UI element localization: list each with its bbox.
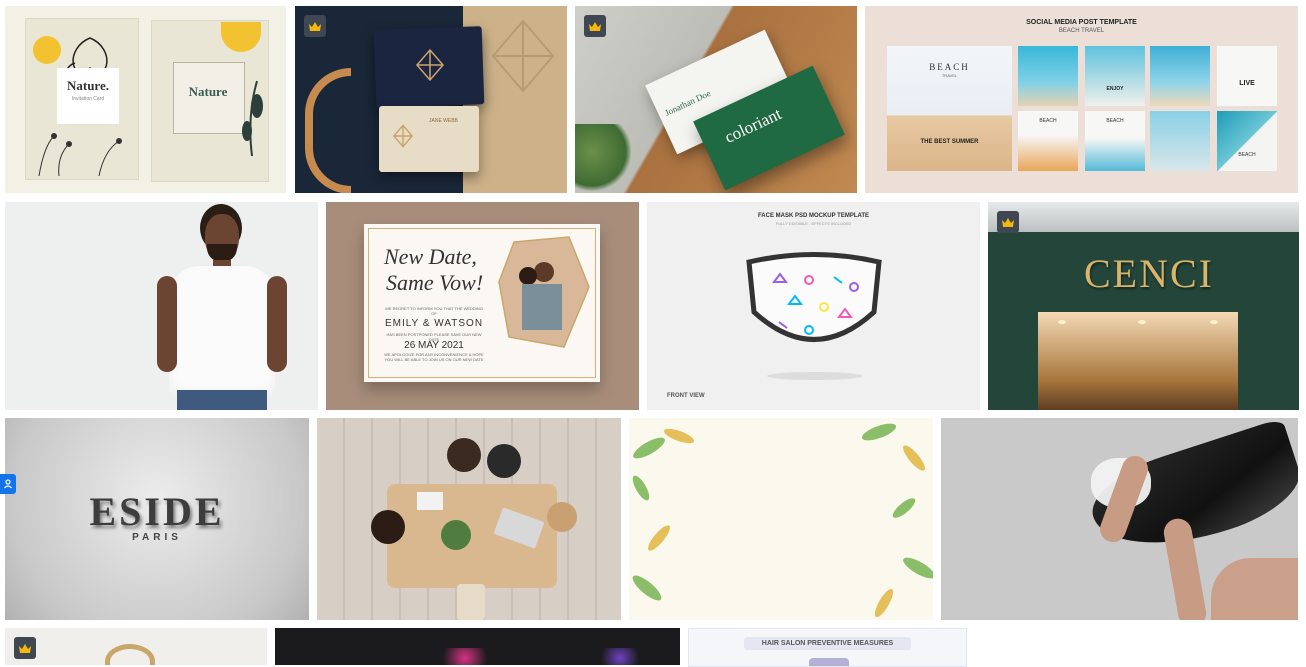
new-date-line1: New Date, — [384, 244, 477, 269]
premium-crown-icon — [304, 15, 326, 37]
tile-meeting-table[interactable] — [317, 418, 621, 620]
tile-gold-logo-partial[interactable] — [5, 628, 267, 665]
tile-cenci-storefront[interactable]: CENCI — [988, 202, 1299, 410]
beach-square-label: BEACH — [1106, 118, 1124, 124]
premium-crown-icon — [14, 637, 36, 659]
feedback-side-tab[interactable] — [0, 474, 16, 494]
beach-square-label: ENJOY — [1106, 86, 1124, 92]
beach-big-title: BEACH — [929, 62, 970, 72]
premium-crown-icon — [584, 15, 606, 37]
new-date-date: 26 MAY 2021 — [404, 340, 464, 351]
tile-new-date-same-vow[interactable]: New Date, Same Vow! WE REGRET TO INFORM … — [326, 202, 639, 410]
tile-watercolor-leaves[interactable] — [629, 418, 933, 620]
tile-coloriant-cards[interactable]: Jonathan Doe coloriant — [575, 6, 857, 193]
hair-salon-header: HAIR SALON PREVENTIVE MEASURES — [744, 637, 911, 650]
beach-big-footer: THE BEST SUMMER — [920, 139, 979, 145]
tile-tshirt-man[interactable] — [5, 202, 318, 410]
tile-dark-neon-partial[interactable] — [275, 628, 680, 665]
tile-eside-logo[interactable]: ESIDE PARIS — [5, 418, 309, 620]
face-mask-subheader: FULLY EDITABLE - EFFECTS INCLUDED — [775, 221, 852, 226]
tile-social-media-beach[interactable]: SOCIAL MEDIA POST TEMPLATE BEACH TRAVEL … — [865, 6, 1298, 193]
nature-title-left: Nature. — [66, 78, 109, 93]
tile-gold-business-card[interactable]: JANE WEBB — [295, 6, 567, 193]
new-date-intro: WE REGRET TO INFORM YOU THAT THE WEDDING… — [385, 306, 483, 316]
eside-brand: ESIDE — [89, 489, 225, 534]
tile-hair-salon-partial[interactable]: HAIR SALON PREVENTIVE MEASURES — [688, 628, 967, 667]
nature-subtitle-left: Invitation Card — [71, 96, 105, 102]
nature-title-right: Nature — [188, 84, 228, 99]
tile-hair-wash[interactable] — [941, 418, 1298, 620]
card-name: JANE WEBB — [429, 118, 458, 124]
beach-subheader: BEACH TRAVEL — [1058, 28, 1105, 34]
new-date-line2: Same Vow! — [386, 270, 484, 295]
beach-square-label: LIVE — [1239, 80, 1255, 87]
tile-face-mask[interactable]: FACE MASK PSD MOCKUP TEMPLATE FULLY EDIT… — [647, 202, 980, 410]
user-icon — [4, 479, 12, 489]
beach-header: SOCIAL MEDIA POST TEMPLATE — [1026, 19, 1137, 26]
beach-square-label: BEACH — [1238, 152, 1256, 158]
beach-square-label: BEACH — [1039, 118, 1057, 124]
premium-crown-icon — [997, 211, 1019, 233]
tile-nature-invitation[interactable]: Nature. Invitation Card Nature — [5, 6, 286, 193]
cenci-sign: CENCI — [1084, 251, 1214, 296]
new-date-apology: WE APOLOGIZE FOR ANY INCONVENIENCE & HOP… — [384, 352, 484, 362]
beach-big-sub: TRAVEL — [941, 73, 958, 78]
face-mask-footer: FRONT VIEW — [667, 393, 705, 399]
eside-sub: PARIS — [132, 532, 182, 543]
new-date-names: EMILY & WATSON — [384, 318, 484, 329]
face-mask-header: FACE MASK PSD MOCKUP TEMPLATE — [757, 213, 870, 219]
